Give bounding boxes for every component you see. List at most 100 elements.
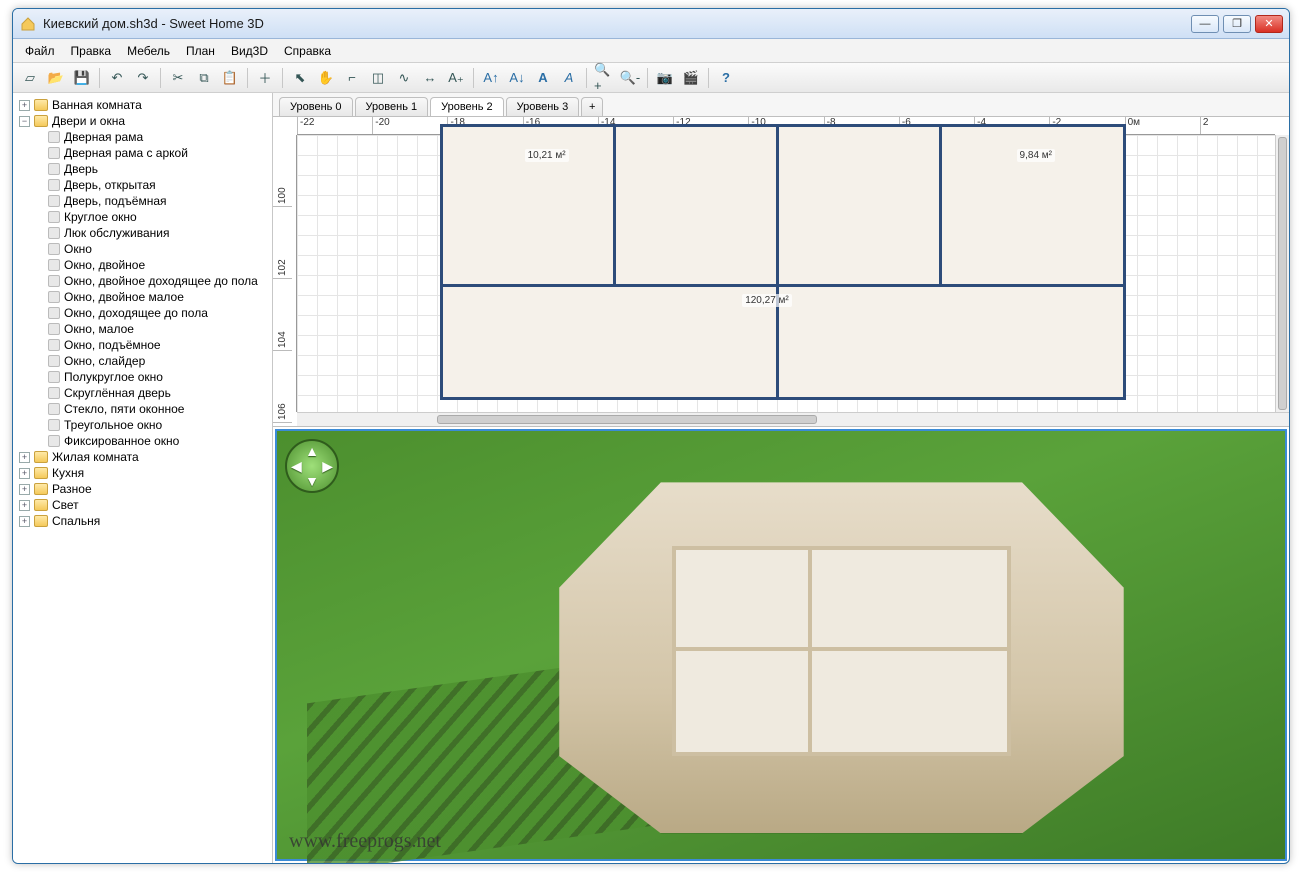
redo-button[interactable]: ↷ [132, 67, 154, 89]
furniture-icon [48, 179, 60, 191]
furniture-icon [48, 403, 60, 415]
text-italic-icon[interactable]: A [558, 67, 580, 89]
tree-item[interactable]: Дверная рама [31, 129, 272, 145]
menu-edit[interactable]: Правка [63, 41, 120, 61]
menu-furniture[interactable]: Мебель [119, 41, 178, 61]
tree-item[interactable]: Скруглённая дверь [31, 385, 272, 401]
ruler-vertical: 100102104106 [273, 135, 297, 412]
tree-item[interactable]: Фиксированное окно [31, 433, 272, 449]
scrollbar-thumb[interactable] [437, 415, 817, 424]
tab-level-2[interactable]: Уровень 2 [430, 97, 504, 116]
expand-icon[interactable]: + [19, 452, 30, 463]
expand-icon[interactable]: + [19, 100, 30, 111]
tree-item[interactable]: Треугольное окно [31, 417, 272, 433]
tree-item[interactable]: Окно, двойное малое [31, 289, 272, 305]
create-rooms-tool[interactable]: ◫ [367, 67, 389, 89]
wall[interactable] [443, 284, 1123, 287]
view-3d[interactable]: ▲ ▼ ◀ ▶ www.freeprogs.net [275, 429, 1287, 861]
tree-item[interactable]: Окно, подъёмное [31, 337, 272, 353]
plan-view-2d[interactable]: -22-20-18-16-14-12-10-8-6-4-20м2 1001021… [273, 117, 1289, 427]
nav-left-icon[interactable]: ◀ [291, 458, 302, 475]
tree-item[interactable]: Дверная рама с аркой [31, 145, 272, 161]
tree-folder-label: Свет [52, 498, 79, 512]
nav-right-icon[interactable]: ▶ [322, 458, 333, 475]
tree-item[interactable]: Окно, малое [31, 321, 272, 337]
tree-item[interactable]: Окно, двойное [31, 257, 272, 273]
tree-folder[interactable]: +Жилая комната [17, 449, 272, 465]
expand-icon[interactable]: + [19, 500, 30, 511]
tree-item[interactable]: Окно [31, 241, 272, 257]
tree-item[interactable]: Дверь [31, 161, 272, 177]
plan-scrollbar-vertical[interactable] [1275, 135, 1289, 412]
house-3d-model[interactable] [559, 482, 1123, 833]
tree-item[interactable]: Окно, двойное доходящее до пола [31, 273, 272, 289]
tree-item-label: Окно, малое [64, 322, 134, 336]
text-bold-icon[interactable]: A [532, 67, 554, 89]
nav-up-icon[interactable]: ▲ [305, 443, 319, 459]
tree-item[interactable]: Круглое окно [31, 209, 272, 225]
scrollbar-thumb[interactable] [1278, 137, 1287, 410]
add-furniture-button[interactable]: ＋ [254, 67, 276, 89]
create-walls-tool[interactable]: ⌐ [341, 67, 363, 89]
nav-down-icon[interactable]: ▼ [305, 473, 319, 489]
expand-icon[interactable]: + [19, 468, 30, 479]
tab-level-0[interactable]: Уровень 0 [279, 97, 353, 116]
new-button[interactable]: ▱ [19, 67, 41, 89]
tree-item[interactable]: Люк обслуживания [31, 225, 272, 241]
tree-folder[interactable]: +Разное [17, 481, 272, 497]
create-video-button[interactable]: 🎬 [680, 67, 702, 89]
floorplan-outline[interactable]: 10,21 м² 9,84 м² 120,27 м² [443, 127, 1123, 397]
furniture-icon [48, 195, 60, 207]
select-tool[interactable]: ⬉ [289, 67, 311, 89]
tree-item[interactable]: Окно, слайдер [31, 353, 272, 369]
copy-button[interactable]: ⧉ [193, 67, 215, 89]
tree-item[interactable]: Дверь, открытая [31, 177, 272, 193]
help-button[interactable]: ? [715, 67, 737, 89]
create-text-tool[interactable]: A₊ [445, 67, 467, 89]
tree-item[interactable]: Дверь, подъёмная [31, 193, 272, 209]
menu-help[interactable]: Справка [276, 41, 339, 61]
expand-icon[interactable]: + [19, 516, 30, 527]
collapse-icon[interactable]: − [19, 116, 30, 127]
text-size-up-icon[interactable]: A↑ [480, 67, 502, 89]
tree-item[interactable]: Окно, доходящее до пола [31, 305, 272, 321]
create-dimensions-tool[interactable]: ↔ [419, 67, 441, 89]
tab-level-3[interactable]: Уровень 3 [506, 97, 580, 116]
open-button[interactable]: 📂 [45, 67, 67, 89]
titlebar[interactable]: Киевский дом.sh3d - Sweet Home 3D — ❐ ✕ [13, 9, 1289, 39]
undo-button[interactable]: ↶ [106, 67, 128, 89]
wall[interactable] [776, 127, 779, 397]
tree-folder[interactable]: +Ванная комната [17, 97, 272, 113]
maximize-button[interactable]: ❐ [1223, 15, 1251, 33]
zoom-out-button[interactable]: 🔍- [619, 67, 641, 89]
wall[interactable] [939, 127, 942, 284]
tree-item[interactable]: Стекло, пяти оконное [31, 401, 272, 417]
tree-folder[interactable]: +Кухня [17, 465, 272, 481]
furniture-icon [48, 259, 60, 271]
tree-item[interactable]: Полукруглое окно [31, 369, 272, 385]
close-button[interactable]: ✕ [1255, 15, 1283, 33]
create-photo-button[interactable]: 📷 [654, 67, 676, 89]
wall[interactable] [613, 127, 616, 284]
plan-scrollbar-horizontal[interactable] [297, 412, 1289, 426]
menu-file[interactable]: Файл [17, 41, 63, 61]
minimize-button[interactable]: — [1191, 15, 1219, 33]
pan-tool[interactable]: ✋ [315, 67, 337, 89]
text-size-down-icon[interactable]: A↓ [506, 67, 528, 89]
paste-button[interactable]: 📋 [219, 67, 241, 89]
tree-folder[interactable]: −Двери и окна [17, 113, 272, 129]
save-button[interactable]: 💾 [71, 67, 93, 89]
expand-icon[interactable]: + [19, 484, 30, 495]
nav-pad[interactable]: ▲ ▼ ◀ ▶ [285, 439, 339, 493]
toolbar-separator [282, 68, 283, 88]
cut-button[interactable]: ✂ [167, 67, 189, 89]
furniture-tree[interactable]: +Ванная комната −Двери и окна Дверная ра… [13, 93, 273, 863]
tab-level-1[interactable]: Уровень 1 [355, 97, 429, 116]
tree-folder[interactable]: + Свет [17, 497, 272, 513]
add-level-button[interactable]: + [581, 97, 603, 116]
tree-folder[interactable]: +Спальня [17, 513, 272, 529]
zoom-in-button[interactable]: 🔍+ [593, 67, 615, 89]
create-polyline-tool[interactable]: ∿ [393, 67, 415, 89]
menu-3dview[interactable]: Вид3D [223, 41, 276, 61]
menu-plan[interactable]: План [178, 41, 223, 61]
